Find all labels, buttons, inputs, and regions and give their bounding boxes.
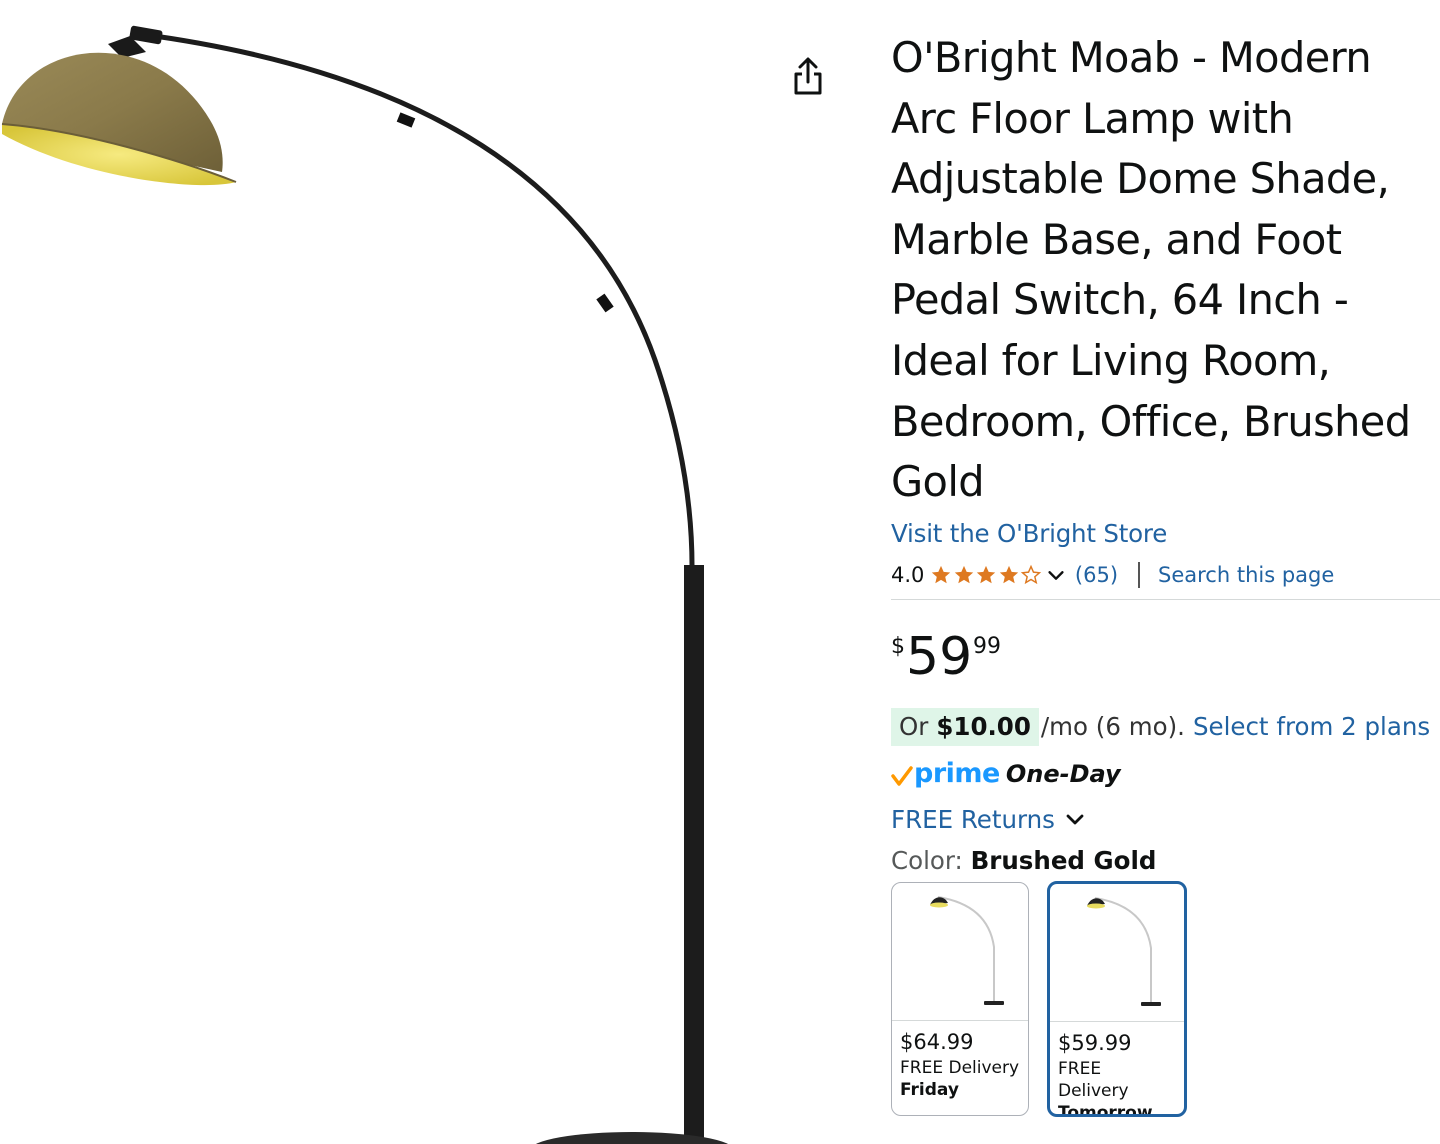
price: $ 59 99 <box>891 627 1431 692</box>
free-returns-link[interactable]: FREE Returns <box>891 802 1431 838</box>
chevron-down-icon <box>1048 570 1064 580</box>
lamp-thumbnail-image <box>1087 896 1161 1006</box>
share-icon <box>794 57 822 95</box>
swatch-delivery: FREE Delivery <box>900 1057 1020 1078</box>
lamp-thumbnail-image <box>930 895 1004 1005</box>
product-image[interactable] <box>0 0 860 1144</box>
star-icon <box>954 565 974 583</box>
swatch-thumbnail <box>1050 884 1184 1022</box>
share-button[interactable] <box>786 54 830 98</box>
divider <box>1138 561 1141 588</box>
price-symbol: $ <box>891 633 905 659</box>
color-selection: Color: Brushed Gold <box>891 842 1431 880</box>
color-value: Brushed Gold <box>970 845 1157 875</box>
store-link[interactable]: Visit the O'Bright Store <box>891 517 1431 551</box>
search-this-page-link[interactable]: Search this page <box>1158 563 1334 587</box>
swatch-delivery-day: Friday <box>900 1079 959 1100</box>
swatch-thumbnail <box>892 883 1028 1021</box>
star-icon <box>932 565 951 583</box>
price-whole: 59 <box>906 626 973 687</box>
installment-prefix: Or <box>899 712 929 742</box>
color-swatches: $64.99 FREE Delivery Friday $59.99 FREE … <box>891 880 1431 1117</box>
swatch-option-selected[interactable]: $59.99 FREE Delivery Tomorrow <box>1047 880 1187 1117</box>
chevron-down-icon <box>1066 814 1084 825</box>
star-rating[interactable] <box>930 564 1067 586</box>
arc-lamp-image <box>1 25 729 1144</box>
swatch-delivery-day: Tomorrow <box>1058 1102 1153 1117</box>
price-fraction: 99 <box>973 633 1001 659</box>
installment-row: Or $10.00 /mo (6 mo). Select from 2 plan… <box>891 707 1431 746</box>
swatch-price: $59.99 <box>1058 1030 1132 1055</box>
prime-logo: prime <box>914 758 1000 790</box>
star-icon <box>999 565 1019 583</box>
star-icon <box>977 565 996 583</box>
rating-count-link[interactable]: (65) <box>1075 563 1118 587</box>
section-divider <box>891 598 1440 600</box>
prime-badge: prime One-Day <box>891 756 1431 792</box>
prime-one-day: One-Day <box>1005 759 1121 788</box>
color-label: Color: <box>891 845 963 875</box>
free-returns-label: FREE Returns <box>891 805 1055 835</box>
select-plans-link[interactable]: Select from 2 plans <box>1193 712 1430 741</box>
installment-amount: $10.00 <box>936 712 1031 742</box>
swatch-delivery: FREE Delivery <box>1058 1058 1129 1101</box>
product-title: O'Bright Moab - Modern Arc Floor Lamp wi… <box>891 33 1411 507</box>
installment-pill: Or $10.00 <box>891 707 1039 746</box>
prime-check-icon <box>891 766 913 786</box>
rating-row: 4.0 (65) Search this page <box>891 559 1431 591</box>
star-outline-icon <box>1021 564 1042 584</box>
swatch-option[interactable]: $64.99 FREE Delivery Friday <box>891 881 1029 1116</box>
rating-value: 4.0 <box>891 562 925 587</box>
swatch-price: $64.99 <box>900 1029 974 1054</box>
buy-box: O'Bright Moab - Modern Arc Floor Lamp wi… <box>891 28 1440 1117</box>
installment-suffix: /mo (6 mo). <box>1040 712 1185 742</box>
